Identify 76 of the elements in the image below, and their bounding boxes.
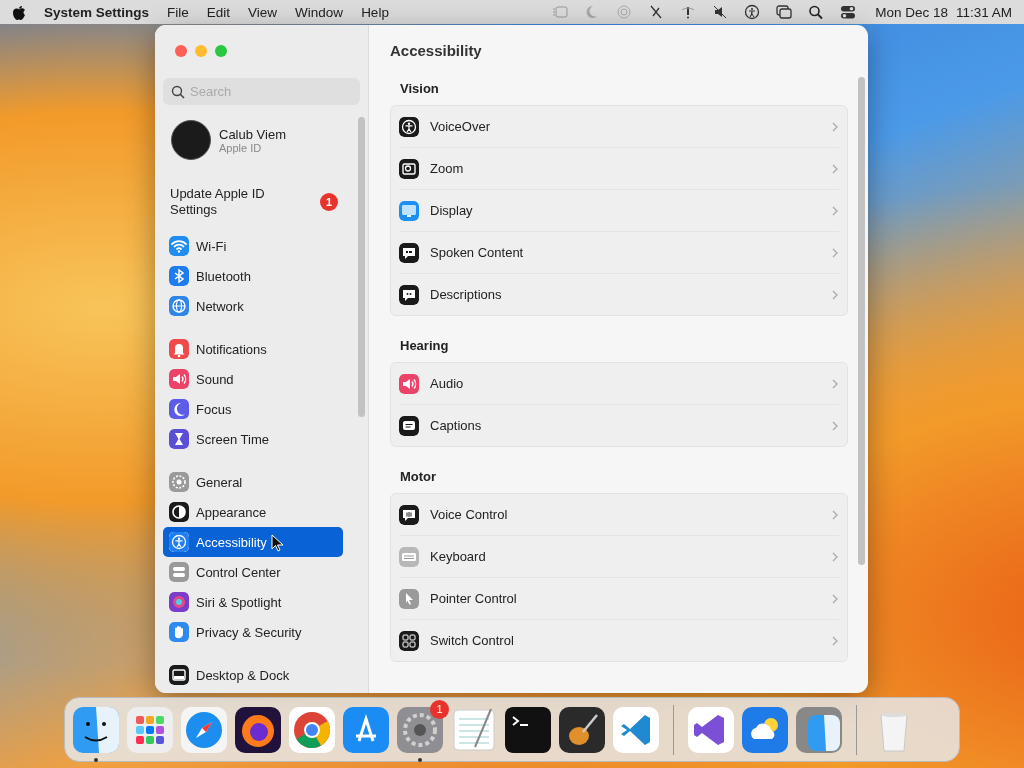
section-heading: Motor	[400, 469, 438, 484]
chevron-icon	[832, 121, 839, 132]
section-heading: Hearing	[400, 338, 450, 353]
sidebar-item[interactable]: Control Center	[163, 557, 343, 587]
app-grid-icon[interactable]	[127, 706, 173, 753]
fox-globe-icon[interactable]	[235, 706, 281, 753]
sidebar-item[interactable]: Notifications	[163, 334, 343, 364]
avatar-circle[interactable]	[171, 120, 211, 160]
settings-row[interactable]: Descriptions	[399, 273, 839, 315]
sidebar-item[interactable]: Network	[163, 291, 343, 321]
color-wheel-icon[interactable]	[289, 706, 335, 753]
settings-row[interactable]: Pointer Control	[399, 577, 839, 619]
notepad-icon[interactable]	[451, 706, 497, 753]
chevron-icon	[832, 635, 839, 646]
settings-row[interactable]: Spoken Content	[399, 231, 839, 273]
settings-row[interactable]: Zoom	[399, 147, 839, 189]
settings-row[interactable]: Display	[399, 189, 839, 231]
menu-item[interactable]: Edit	[206, 4, 231, 20]
menu-item[interactable]: File	[167, 4, 189, 20]
scrollbar[interactable]	[358, 117, 365, 417]
finder-icon[interactable]	[73, 706, 119, 753]
sidebar-item[interactable]: Accessibility	[163, 527, 343, 557]
sidebar-item[interactable]: Appearance	[163, 497, 343, 527]
menu-item[interactable]: View	[248, 4, 278, 20]
menu-bar-time[interactable]: 11:31 AM	[955, 4, 1012, 20]
sidebar-item[interactable]: Focus	[163, 394, 343, 424]
settings-row[interactable]: Keyboard	[399, 535, 839, 577]
chevron-icon	[832, 509, 839, 520]
letter-a-tile-icon[interactable]	[343, 706, 389, 753]
settings-row[interactable]: VoiceOver	[399, 106, 839, 147]
section-heading: Vision	[400, 81, 440, 96]
page-title: Accessibility	[390, 42, 483, 59]
sidebar-item[interactable]: Wi-Fi	[163, 231, 343, 261]
sidebar-item[interactable]: Bluetooth	[163, 261, 343, 291]
notification-badge: 1	[430, 699, 449, 719]
chevron-icon	[832, 420, 839, 431]
update-notice[interactable]: Update Apple ID Settings	[170, 186, 300, 218]
chevron-icon	[832, 247, 839, 258]
sidebar-item[interactable]: Siri & Spotlight	[163, 587, 343, 617]
chevron-icon	[832, 163, 839, 174]
windows-icon[interactable]	[775, 4, 794, 20]
search-icon	[171, 85, 185, 99]
menu-item[interactable]: Help	[361, 4, 389, 20]
settings-row[interactable]: Captions	[399, 404, 839, 446]
cloud-sun-icon[interactable]	[742, 706, 788, 753]
close-button[interactable]	[175, 45, 187, 57]
sidebar-item[interactable]: Screen Time	[163, 424, 343, 454]
menu-bar-date[interactable]: Mon Dec 18	[875, 4, 948, 20]
control-center-icon[interactable]	[839, 4, 858, 20]
chevron-icon	[832, 378, 839, 389]
sidebar-item[interactable]: Privacy & Security	[163, 617, 343, 647]
scrollbar[interactable]	[858, 77, 865, 565]
app-menu[interactable]: System Settings	[44, 4, 150, 20]
ribbon-logo-icon[interactable]	[688, 706, 734, 753]
settings-row[interactable]: Switch Control	[399, 619, 839, 661]
settings-row[interactable]: Voice Control	[399, 494, 839, 535]
accessibility-icon[interactable]	[743, 4, 762, 20]
chevron-icon	[832, 205, 839, 216]
sidebar-item[interactable]: Sound	[163, 364, 343, 394]
chevron-icon	[832, 593, 839, 604]
terminal-icon[interactable]	[505, 706, 551, 753]
account-name[interactable]: Calub Viem	[219, 126, 286, 142]
gear-icon[interactable]	[397, 706, 443, 753]
code-editor-icon[interactable]	[613, 706, 659, 753]
menu-item[interactable]: Window	[295, 4, 344, 20]
guitar-icon[interactable]	[559, 706, 605, 753]
notification-badge: 1	[320, 193, 338, 211]
chevron-icon	[832, 551, 839, 562]
sidebar-item[interactable]: General	[163, 467, 343, 497]
chevron-icon	[832, 289, 839, 300]
settings-row[interactable]: Audio	[399, 363, 839, 404]
pointer-cursor-icon	[271, 534, 283, 552]
apple-logo-icon[interactable]	[12, 4, 26, 20]
compass-icon[interactable]	[181, 706, 227, 753]
sidebar-item[interactable]: Desktop & Dock	[163, 660, 343, 690]
account-subtitle: Apple ID	[219, 141, 263, 154]
